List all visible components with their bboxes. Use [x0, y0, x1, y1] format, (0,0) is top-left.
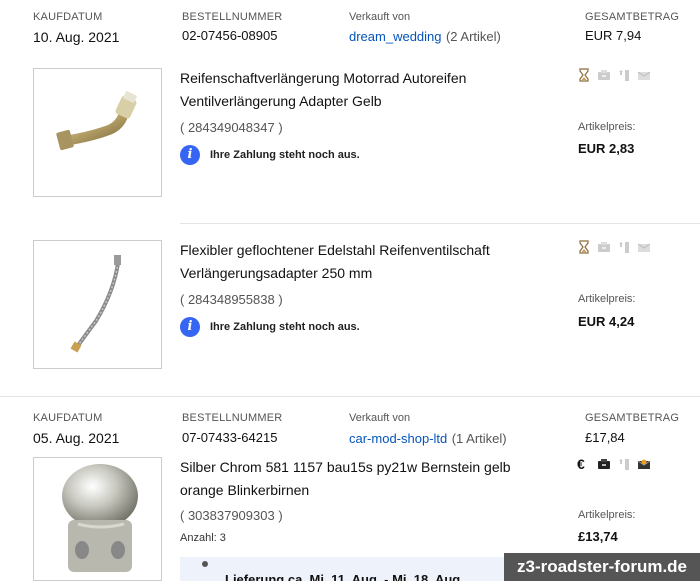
item-price-label: Artikelpreis: [578, 121, 636, 133]
info-icon: i [180, 317, 200, 337]
item-number: ( 303837909303 ) [180, 508, 283, 523]
paid-icon [598, 459, 610, 469]
item-image[interactable] [33, 240, 162, 369]
item-quantity: Anzahl: 3 [180, 532, 226, 544]
watermark: z3-roadster-forum.de [504, 553, 700, 581]
shipped-icon [619, 459, 629, 470]
item-image[interactable] [33, 457, 162, 581]
status-icons: € [577, 457, 651, 471]
item-price-label: Artikelpreis: [578, 293, 636, 305]
payment-pending-note: Ihre Zahlung steht noch aus. [210, 149, 360, 161]
feedback-icon [637, 459, 651, 469]
order-number: 02-07456-08905 [182, 28, 278, 43]
item-title-line: Silber Chrom 581 1157 bau15s py21w Berns… [180, 459, 511, 475]
item-price: EUR 2,83 [578, 141, 635, 156]
purchase-date-label: KAUFDATUM [33, 11, 103, 23]
shipped-icon [619, 70, 629, 81]
payment-pending-note: Ihre Zahlung steht noch aus. [210, 321, 360, 333]
seller-item-count: (2 Artikel) [445, 29, 501, 44]
paid-icon [598, 242, 610, 252]
seller-label: Verkauft von [349, 412, 411, 424]
item-price: EUR 4,24 [578, 314, 635, 329]
hourglass-icon [579, 68, 589, 82]
item-title-line: Flexibler geflochtener Edelstahl Reifenv… [180, 242, 490, 258]
item-title-link[interactable]: Reifenschaftverlängerung Motorrad Autore… [180, 67, 550, 113]
item-price-label: Artikelpreis: [578, 509, 636, 521]
info-icon: i [180, 145, 200, 165]
purchase-date-label: KAUFDATUM [33, 412, 103, 424]
item-title-line: Verlängerungsadapter 250 mm [180, 265, 373, 281]
paid-icon [598, 70, 610, 80]
status-icons [577, 68, 651, 82]
order-number-label: BESTELLNUMMER [182, 412, 283, 424]
feedback-icon [637, 243, 651, 252]
order-total: EUR 7,94 [585, 28, 642, 43]
status-icons [577, 240, 651, 254]
hourglass-icon [579, 240, 589, 254]
order-divider [0, 396, 700, 397]
item-title-line: Ventilverlängerung Adapter Gelb [180, 93, 382, 109]
seller-label: Verkauft von [349, 11, 411, 23]
item-title-link[interactable]: Flexibler geflochtener Edelstahl Reifenv… [180, 239, 550, 285]
item-number: ( 284349048347 ) [180, 120, 283, 135]
bullet-icon [202, 561, 208, 567]
purchase-date: 10. Aug. 2021 [33, 29, 120, 45]
valve-extension-image [56, 90, 138, 151]
seller-link[interactable]: dream_wedding [349, 29, 442, 44]
item-title-line: orange Blinkerbirnen [180, 482, 310, 498]
item-price: £13,74 [578, 529, 618, 544]
item-divider [180, 223, 700, 224]
order-total: £17,84 [585, 430, 625, 445]
order-total-label: GESAMTBETRAG [585, 11, 680, 23]
item-title-link[interactable]: Silber Chrom 581 1157 bau15s py21w Berns… [180, 456, 550, 502]
seller-item-count: (1 Artikel) [451, 431, 507, 446]
feedback-icon [637, 71, 651, 80]
seller-link[interactable]: car-mod-shop-ltd [349, 431, 447, 446]
item-title-line: Reifenschaftverlängerung Motorrad Autore… [180, 70, 467, 86]
shipped-icon [619, 242, 629, 253]
order-number: 07-07433-64215 [182, 430, 278, 445]
bulb-image [62, 464, 138, 572]
braided-hose-image [70, 255, 121, 353]
order-total-label: GESAMTBETRAG [585, 412, 680, 424]
delivery-estimate: Lieferung ca. Mi. 11. Aug. - Mi. 18. Aug… [225, 572, 464, 581]
item-image[interactable] [33, 68, 162, 197]
order-number-label: BESTELLNUMMER [182, 11, 283, 23]
euro-icon: € [577, 456, 585, 472]
purchase-date: 05. Aug. 2021 [33, 430, 120, 446]
item-number: ( 284348955838 ) [180, 292, 283, 307]
